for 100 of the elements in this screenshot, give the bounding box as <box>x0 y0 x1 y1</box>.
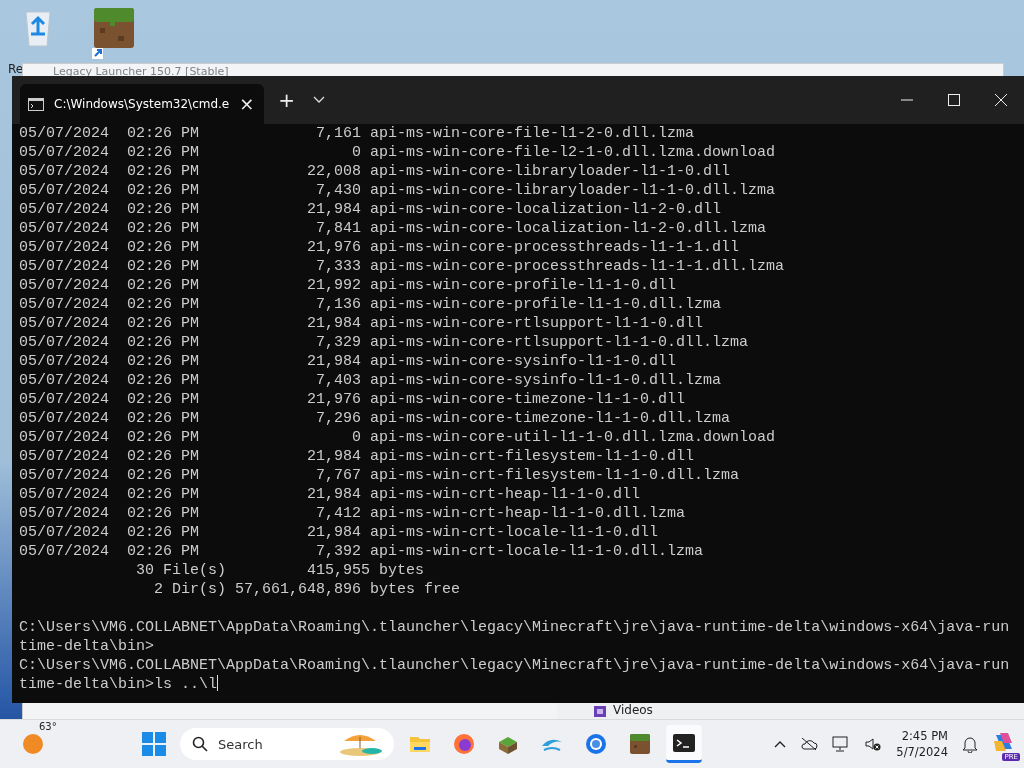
search-input[interactable]: Search <box>216 735 330 753</box>
size-text: 7,296 <box>315 409 362 428</box>
folder-label: Videos <box>613 703 653 718</box>
chevron-down-icon[interactable] <box>313 96 326 104</box>
file-name: api-ms-win-core-file-l2-1-0.dll.lzma.download <box>370 143 776 162</box>
size-text: 21,984 <box>306 200 362 219</box>
time-text: 02:26 PM <box>127 523 199 542</box>
date-text: 05/07/2024 <box>19 333 110 352</box>
size-text: 7,161 <box>315 124 362 143</box>
new-tab-button[interactable]: + <box>278 90 296 110</box>
date-text: 05/07/2024 <box>19 276 110 295</box>
date-text: 05/07/2024 <box>19 124 110 143</box>
file-name: api-ms-win-core-sysinfo-l1-1-0.dll <box>370 352 677 371</box>
file-name: api-ms-win-core-profile-l1-1-0.dll.lzma <box>370 295 722 314</box>
maximize-icon[interactable] <box>948 94 960 106</box>
clock-time[interactable]: 2:45 PM <box>901 728 948 744</box>
time-text: 02:26 PM <box>127 162 199 181</box>
size-text: 21,984 <box>306 314 362 333</box>
file-name: api-ms-win-core-timezone-l1-1-0.dll <box>370 390 686 409</box>
time-text: 02:26 PM <box>127 257 199 276</box>
time-text: 02:26 PM <box>127 542 199 561</box>
speaker-muted-icon[interactable] <box>864 736 883 752</box>
date-text: 05/07/2024 <box>19 162 110 181</box>
size-text: 7,430 <box>315 181 362 200</box>
date-text: 05/07/2024 <box>19 523 110 542</box>
time-text: 02:26 PM <box>127 371 199 390</box>
size-text: 7,136 <box>315 295 362 314</box>
date-text: 05/07/2024 <box>19 295 110 314</box>
network-icon[interactable] <box>832 736 851 752</box>
clock-date[interactable]: 5/7/2024 <box>896 744 948 760</box>
size-text: 7,767 <box>315 466 362 485</box>
time-text: 02:26 PM <box>127 333 199 352</box>
date-text: 05/07/2024 <box>19 371 110 390</box>
time-text: 02:26 PM <box>127 314 199 333</box>
close-tab-button[interactable]: × <box>239 95 255 113</box>
file-name: api-ms-win-core-profile-l1-1-0.dll <box>370 276 677 295</box>
time-text: 02:26 PM <box>127 295 199 314</box>
file-name: api-ms-win-core-sysinfo-l1-1-0.dll.lzma <box>370 371 722 390</box>
size-text: 21,976 <box>306 390 362 409</box>
size-text: 7,403 <box>315 371 362 390</box>
file-name: api-ms-win-crt-locale-l1-1-0.dll <box>370 523 659 542</box>
date-text: 05/07/2024 <box>19 257 110 276</box>
size-text: 7,392 <box>315 542 362 561</box>
size-text: 7,329 <box>315 333 362 352</box>
size-text: 7,841 <box>315 219 362 238</box>
file-name: api-ms-win-crt-locale-l1-1-0.dll.lzma <box>370 542 704 561</box>
date-text: 05/07/2024 <box>19 447 110 466</box>
bell-icon[interactable] <box>962 735 978 753</box>
date-text: 05/07/2024 <box>19 428 110 447</box>
size-text: 22,008 <box>306 162 362 181</box>
date-text: 05/07/2024 <box>19 466 110 485</box>
date-text: 05/07/2024 <box>19 485 110 504</box>
size-text: 21,984 <box>306 523 362 542</box>
file-name: api-ms-win-core-localization-l1-2-0.dll.lzma <box>370 219 767 238</box>
file-name: api-ms-win-crt-filesystem-l1-1-0.dll <box>370 447 695 466</box>
icon-label: Re <box>8 62 24 76</box>
time-text: 02:26 PM <box>127 504 199 523</box>
search-field[interactable]: Search <box>180 728 394 760</box>
date-text: 05/07/2024 <box>19 390 110 409</box>
size-text: 21,984 <box>306 352 362 371</box>
count-text: 30 File(s) <box>135 561 227 580</box>
time-text: 02:26 PM <box>127 447 199 466</box>
file-name: api-ms-win-core-rtlsupport-l1-1-0.dll <box>370 314 704 333</box>
size-text: 415,955 bytes <box>306 561 425 580</box>
date-text: 05/07/2024 <box>19 143 110 162</box>
time-text: 02:26 PM <box>127 200 199 219</box>
size-text: 21,976 <box>306 238 362 257</box>
terminal-tab[interactable]: C:\Windows\System32\cmd.e × <box>20 84 265 124</box>
time-text: 02:26 PM <box>127 276 199 295</box>
taskbar-app[interactable] <box>666 725 702 763</box>
cloud-off-icon[interactable] <box>800 737 819 751</box>
time-text: 02:26 PM <box>127 143 199 162</box>
size-text: 7,412 <box>315 504 362 523</box>
grass-block-icon[interactable] <box>92 6 136 60</box>
size-text: 7,333 <box>315 257 362 276</box>
date-text: 05/07/2024 <box>19 504 110 523</box>
date-text: 05/07/2024 <box>19 542 110 561</box>
time-text: 02:26 PM <box>127 390 199 409</box>
date-text: 05/07/2024 <box>19 409 110 428</box>
cmd-icon <box>28 97 44 111</box>
grass-block-icon <box>628 732 652 756</box>
time-text: 02:26 PM <box>127 352 199 371</box>
file-name: api-ms-win-crt-filesystem-l1-1-0.dll.lzma <box>370 466 740 485</box>
date-text: 05/07/2024 <box>19 200 110 219</box>
close-icon[interactable] <box>995 94 1007 106</box>
file-name: api-ms-win-core-processthreads-l1-1-1.dll <box>370 238 740 257</box>
chevron-up-icon[interactable] <box>774 740 787 748</box>
size-text: 21,984 <box>306 447 362 466</box>
file-name: api-ms-win-core-libraryloader-l1-1-0.dll.lzma <box>370 181 776 200</box>
size-text: 0 <box>351 428 362 447</box>
file-name: api-ms-win-core-localization-l1-2-0.dll <box>370 200 722 219</box>
count-text: 2 Dir(s) <box>153 580 227 599</box>
date-text: 05/07/2024 <box>19 352 110 371</box>
size-text: 57,661,648,896 bytes free <box>235 580 461 599</box>
file-name: api-ms-win-core-processthreads-l1-1-1.dll.lzma <box>370 257 785 276</box>
file-name: api-ms-win-core-util-l1-1-0.dll.lzma.download <box>370 428 776 447</box>
size-text: 0 <box>351 143 362 162</box>
date-text: 05/07/2024 <box>19 181 110 200</box>
date-text: 05/07/2024 <box>19 238 110 257</box>
start-icon[interactable] <box>142 732 166 756</box>
